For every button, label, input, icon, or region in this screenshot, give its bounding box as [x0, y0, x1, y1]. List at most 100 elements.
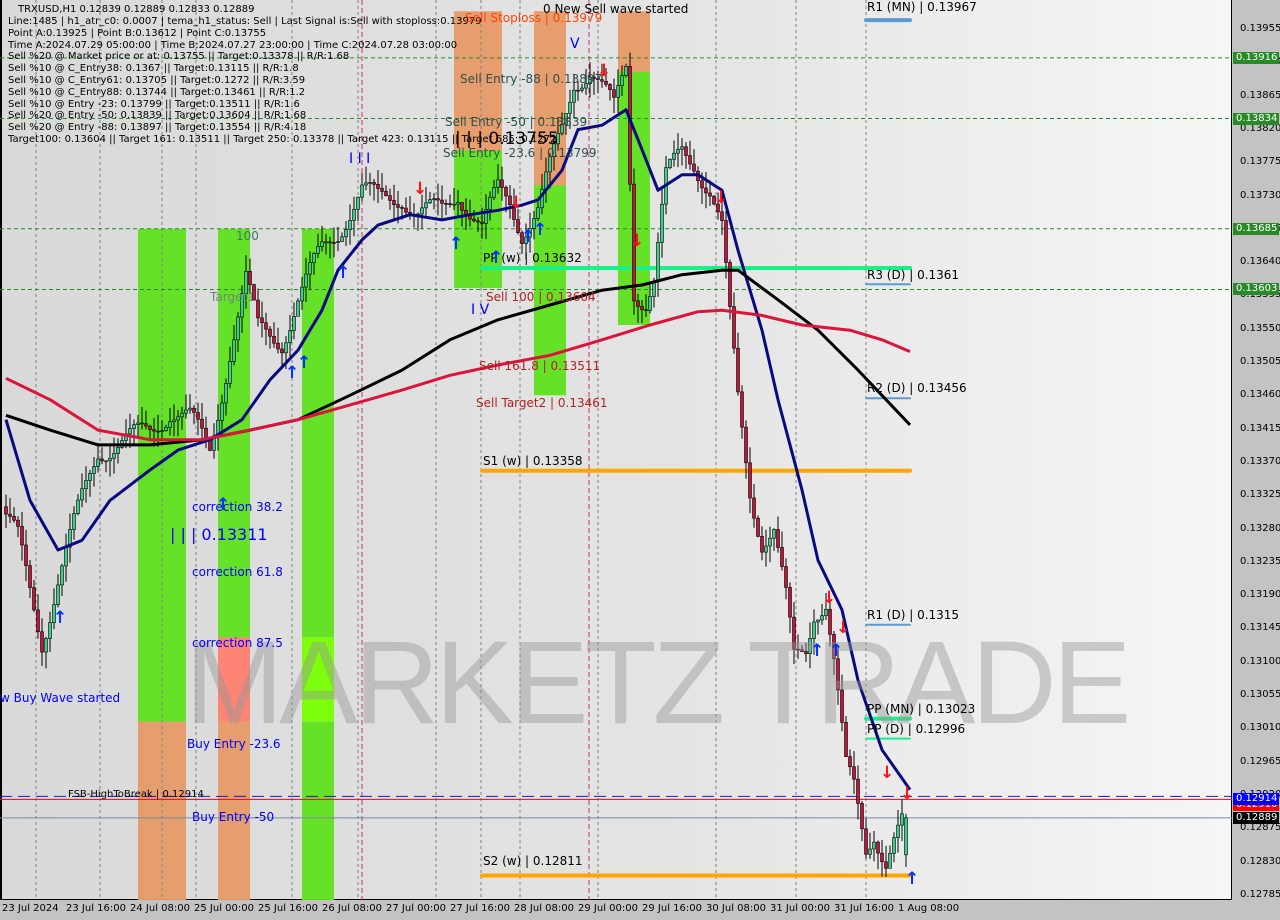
bear-candle [688, 155, 692, 165]
target1-label: Target1 [210, 290, 255, 304]
new-sell-wave-label: 0 New Sell wave started [543, 2, 689, 16]
price-tick-label: 0.13325 [1240, 489, 1280, 501]
bear-candle [384, 191, 388, 196]
bear-candle [756, 517, 760, 537]
bull-candle [224, 383, 228, 404]
bull-candle [60, 565, 64, 586]
bear-candle [744, 426, 748, 464]
bear-candle [784, 566, 788, 588]
bull-candle [96, 458, 100, 467]
bull-candle [424, 202, 428, 209]
buy-arrow-icon: ↑ [489, 248, 504, 268]
bear-candle [608, 84, 612, 90]
bull-candle [572, 89, 576, 103]
bull-candle [48, 622, 52, 639]
bull-candle [80, 488, 84, 501]
price-tick-label: 0.13415 [1240, 422, 1280, 434]
price-tick-label: 0.13280 [1240, 522, 1280, 534]
bull-candle [56, 584, 60, 605]
bull-candle [764, 545, 768, 553]
bear-candle [20, 526, 24, 546]
bull-candle [888, 852, 892, 869]
buy-arrow-icon: ↑ [449, 234, 464, 254]
bull-candle [432, 198, 436, 200]
bear-candle [776, 529, 780, 548]
bull-candle [176, 416, 180, 421]
bear-candle [500, 179, 504, 188]
bear-candle [708, 192, 712, 197]
bull-candle [904, 817, 908, 856]
price-tick-label: 0.12830 [1240, 855, 1280, 867]
price-tick-label: 0.13460 [1240, 389, 1280, 401]
bull-candle [324, 241, 328, 244]
info-line: Sell %10 @ Entry -23: 0.13799 || Target:… [8, 98, 300, 110]
time-tick-label: 31 Jul 16:00 [834, 903, 894, 914]
bear-candle [704, 187, 708, 194]
bear-candle [196, 412, 200, 420]
bear-candle [32, 587, 36, 611]
bull-candle [680, 146, 684, 150]
bear-candle [876, 841, 880, 854]
wave-iv-label: I V [471, 302, 490, 318]
bull-candle [772, 529, 776, 539]
price-tick-label: 0.13010 [1240, 722, 1280, 734]
bull-candle [452, 203, 456, 206]
price-badge: 0.13834 [1233, 112, 1279, 125]
buy-arrow-icon: ↑ [533, 220, 548, 240]
bear-candle [436, 198, 440, 201]
bull-candle [616, 85, 620, 98]
time-tick-label: 1 Aug 08:00 [898, 903, 960, 914]
bear-candle [880, 852, 884, 863]
bear-candle [576, 89, 580, 92]
bear-candle [476, 220, 480, 223]
bull-candle [368, 182, 372, 184]
bull-candle [364, 182, 368, 186]
bull-candle [900, 813, 904, 826]
bull-candle [136, 422, 140, 425]
sell-arrow-icon: ↓ [822, 588, 837, 608]
time-tick-label: 25 Jul 16:00 [258, 903, 318, 914]
bear-candle [516, 219, 520, 233]
bear-candle [848, 756, 852, 768]
bull-candle [312, 253, 316, 263]
time-tick-label: 27 Jul 00:00 [386, 903, 446, 914]
price-tick-label: 0.12965 [1240, 755, 1280, 767]
bear-candle [684, 146, 688, 156]
bear-candle [404, 207, 408, 213]
price-tick-label: 0.13145 [1240, 622, 1280, 634]
bull-candle [164, 427, 168, 431]
bull-candle [660, 203, 664, 243]
price-badge: 0.13685 [1233, 222, 1279, 235]
sell-entry-50-label: Sell Entry -50 | 0.13839 [445, 115, 588, 129]
bull-candle [360, 184, 364, 198]
bear-candle [692, 163, 696, 172]
r3-d-label: R3 (D) | 0.1361 [867, 268, 960, 282]
bear-candle [388, 195, 392, 201]
bull-candle [92, 466, 96, 474]
bull-candle [300, 286, 304, 302]
price-tick-label: 0.13370 [1240, 455, 1280, 467]
bull-candle [180, 412, 184, 418]
bull-candle [236, 316, 240, 341]
bear-candle [332, 242, 336, 244]
bear-candle [264, 322, 268, 330]
bull-candle [320, 241, 324, 247]
bull-candle [84, 480, 88, 490]
bull-candle [168, 421, 172, 428]
price-tick-label: 0.13640 [1240, 256, 1280, 268]
sell-arrow-icon: ↓ [836, 618, 851, 638]
price-tick-label: 0.12785 [1240, 888, 1280, 900]
bull-candle [220, 402, 224, 421]
bear-candle [852, 766, 856, 780]
time-tick-label: 29 Jul 16:00 [642, 903, 702, 914]
bull-candle [132, 424, 136, 429]
info-line: Sell %20 @ Entry -50: 0.13839 || Target:… [8, 110, 307, 122]
watermark: MARKETZ TRADE [185, 617, 1131, 749]
buy-arrow-icon: ↑ [810, 641, 825, 661]
sell-arrow-icon: ↓ [413, 179, 428, 199]
bull-candle [104, 460, 108, 463]
bull-candle [316, 246, 320, 254]
bear-candle [16, 519, 20, 527]
bear-candle [40, 631, 44, 653]
price-tick-label: 0.13730 [1240, 189, 1280, 201]
